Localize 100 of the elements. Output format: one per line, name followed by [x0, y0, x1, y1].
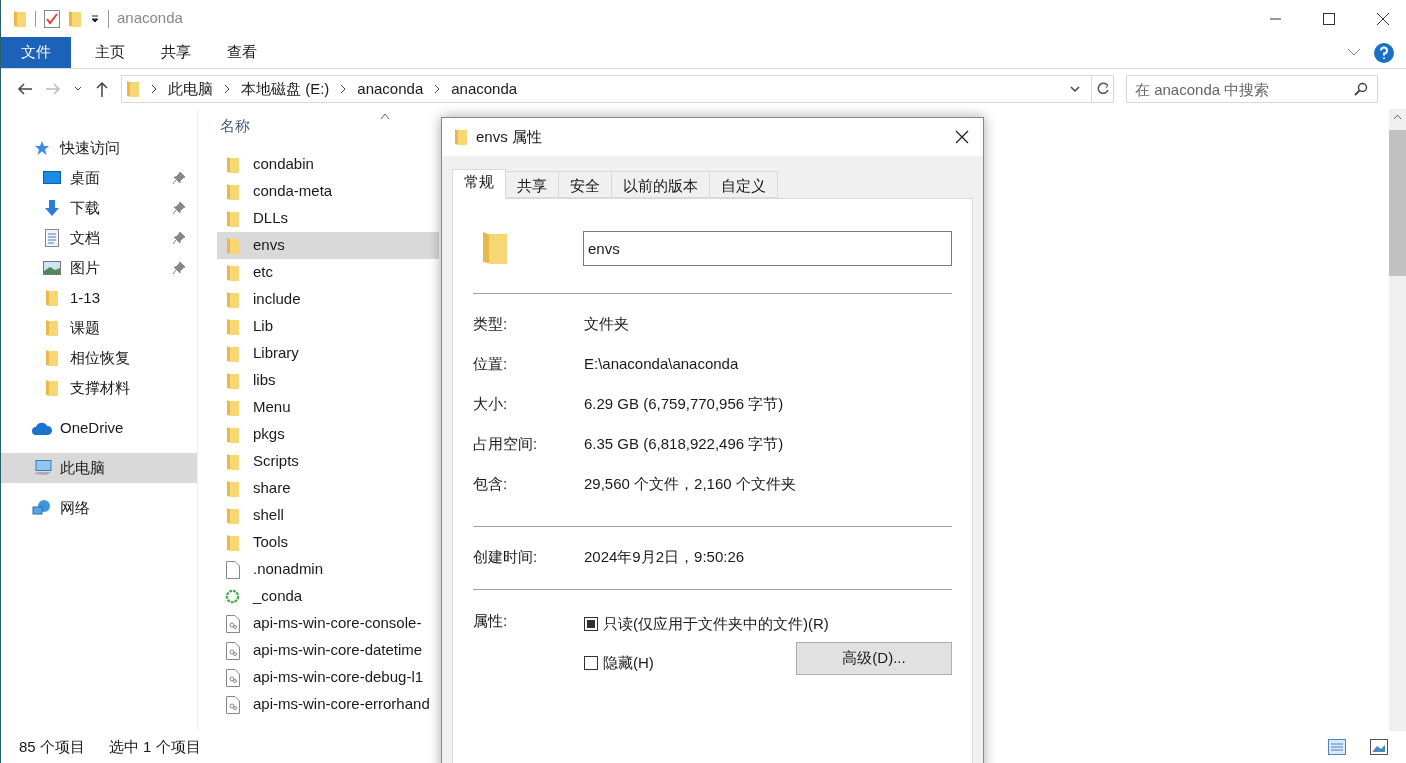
properties-icon[interactable] — [44, 9, 60, 28]
network-icon — [32, 499, 52, 517]
file-row[interactable]: condabin — [217, 151, 439, 178]
sidebar-item[interactable]: 1-13 — [1, 283, 197, 313]
file-row[interactable]: pkgs — [217, 421, 439, 448]
file-row[interactable]: Tools — [217, 529, 439, 556]
sidebar-item[interactable]: 桌面 — [1, 163, 197, 193]
sidebar-item[interactable]: 网络 — [1, 493, 197, 523]
breadcrumb[interactable]: anaconda — [451, 77, 518, 101]
file-row[interactable]: api-ms-win-core-debug-l1 — [217, 664, 439, 691]
property-label: 类型: — [473, 313, 509, 334]
gear-file-icon — [225, 614, 240, 633]
file-row[interactable]: etc — [217, 259, 439, 286]
folder-icon — [45, 319, 59, 337]
back-icon[interactable] — [17, 81, 33, 97]
sidebar-item[interactable]: 支撑材料 — [1, 373, 197, 403]
folder-icon — [225, 290, 240, 309]
gear-file-icon — [225, 668, 240, 687]
ribbon-tab[interactable]: 文件 — [1, 37, 71, 68]
property-value: E:\anaconda\anaconda — [584, 353, 739, 374]
chevron-right-icon — [150, 84, 158, 94]
file-row[interactable]: Scripts — [217, 448, 439, 475]
search-field[interactable]: 在 anaconda 中搜索 — [1126, 75, 1378, 103]
file-name: libs — [253, 370, 276, 391]
dropdown-icon[interactable] — [90, 13, 100, 24]
help-icon[interactable] — [1374, 42, 1394, 63]
sidebar-item[interactable]: OneDrive — [1, 413, 197, 443]
folder-icon — [225, 263, 240, 282]
file-row[interactable]: DLLs — [217, 205, 439, 232]
address-bar[interactable]: 此电脑 本地磁盘 (E:) anaconda anaconda — [121, 75, 1114, 103]
checkbox[interactable] — [584, 656, 598, 670]
file-row[interactable]: include — [217, 286, 439, 313]
sidebar-item[interactable]: 图片 — [1, 253, 197, 283]
sidebar-label: 桌面 — [70, 167, 101, 188]
folder-icon — [225, 533, 240, 552]
breadcrumb[interactable]: 本地磁盘 (E:) — [241, 77, 330, 101]
file-row[interactable]: api-ms-win-core-errorhand — [217, 691, 439, 718]
sidebar-label: 文档 — [70, 227, 101, 248]
chevron-right-icon — [433, 84, 442, 94]
property-value: 6.29 GB (6,759,770,956 字节) — [584, 393, 784, 414]
file-row[interactable]: libs — [217, 367, 439, 394]
scroll-up-icon[interactable] — [1393, 114, 1402, 120]
sidebar-item[interactable]: 课题 — [1, 313, 197, 343]
file-row[interactable]: shell — [217, 502, 439, 529]
breadcrumb[interactable]: anaconda — [357, 77, 424, 101]
computer-icon — [32, 460, 52, 476]
scrollbar[interactable] — [1389, 109, 1406, 731]
dialog-tab[interactable]: 常规 — [452, 169, 506, 199]
dialog-tab[interactable]: 安全 — [559, 171, 612, 198]
file-name: share — [253, 478, 291, 499]
chevron-down-icon[interactable] — [1069, 84, 1081, 94]
dialog-tab[interactable]: 以前的版本 — [612, 171, 710, 198]
file-row[interactable]: _conda — [217, 583, 439, 610]
file-name: condabin — [253, 154, 314, 175]
file-row[interactable]: share — [217, 475, 439, 502]
property-value: 文件夹 — [584, 313, 629, 334]
scrollbar-thumb[interactable] — [1389, 130, 1406, 276]
file-row[interactable]: conda-meta — [217, 178, 439, 205]
folder-icon — [225, 425, 240, 444]
advanced-button[interactable]: 高级(D)... — [796, 641, 952, 675]
column-header[interactable]: 名称 — [220, 113, 250, 138]
sidebar-item[interactable]: 快速访问 — [1, 133, 197, 163]
property-label: 占用空间: — [473, 433, 539, 454]
folder-icon — [45, 289, 59, 307]
checkbox[interactable] — [584, 617, 598, 631]
close-icon[interactable] — [955, 130, 969, 144]
dialog-tab[interactable]: 自定义 — [710, 171, 778, 198]
property-label: 大小: — [473, 393, 509, 414]
file-row[interactable]: api-ms-win-core-console- — [217, 610, 439, 637]
checkbox-label[interactable]: 只读(仅应用于文件夹中的文件)(R) — [603, 612, 829, 636]
up-icon[interactable] — [95, 81, 109, 97]
dialog-tab[interactable]: 共享 — [506, 171, 559, 198]
file-row[interactable]: Lib — [217, 313, 439, 340]
gear-file-icon — [225, 695, 240, 714]
star-icon — [34, 140, 50, 156]
breadcrumb[interactable]: 此电脑 — [168, 77, 213, 101]
gear-file-icon — [225, 641, 240, 660]
dialog-title: envs 属性 — [476, 126, 542, 147]
file-row[interactable]: Library — [217, 340, 439, 367]
checkbox-label[interactable]: 隐藏(H) — [603, 651, 654, 675]
details-view-icon[interactable] — [1328, 739, 1346, 755]
file-row[interactable]: Menu — [217, 394, 439, 421]
file-name: envs — [253, 235, 285, 256]
folder-icon — [225, 182, 240, 201]
file-name: include — [253, 289, 301, 310]
sidebar-label: 课题 — [70, 317, 101, 338]
name-field[interactable]: envs — [583, 230, 952, 266]
folder-icon — [225, 371, 240, 390]
thumbnail-view-icon[interactable] — [1370, 739, 1388, 755]
folder-icon — [454, 128, 468, 146]
file-name: Scripts — [253, 451, 299, 472]
sidebar-item[interactable]: 相位恢复 — [1, 343, 197, 373]
file-row[interactable]: envs — [217, 232, 439, 259]
sidebar-item[interactable]: 下载 — [1, 193, 197, 223]
file-row[interactable]: .nonadmin — [217, 556, 439, 583]
file-icon — [225, 560, 240, 579]
sidebar-item[interactable]: 文档 — [1, 223, 197, 253]
sidebar-item[interactable]: 此电脑 — [1, 453, 197, 483]
folder-icon — [13, 9, 27, 28]
file-row[interactable]: api-ms-win-core-datetime — [217, 637, 439, 664]
